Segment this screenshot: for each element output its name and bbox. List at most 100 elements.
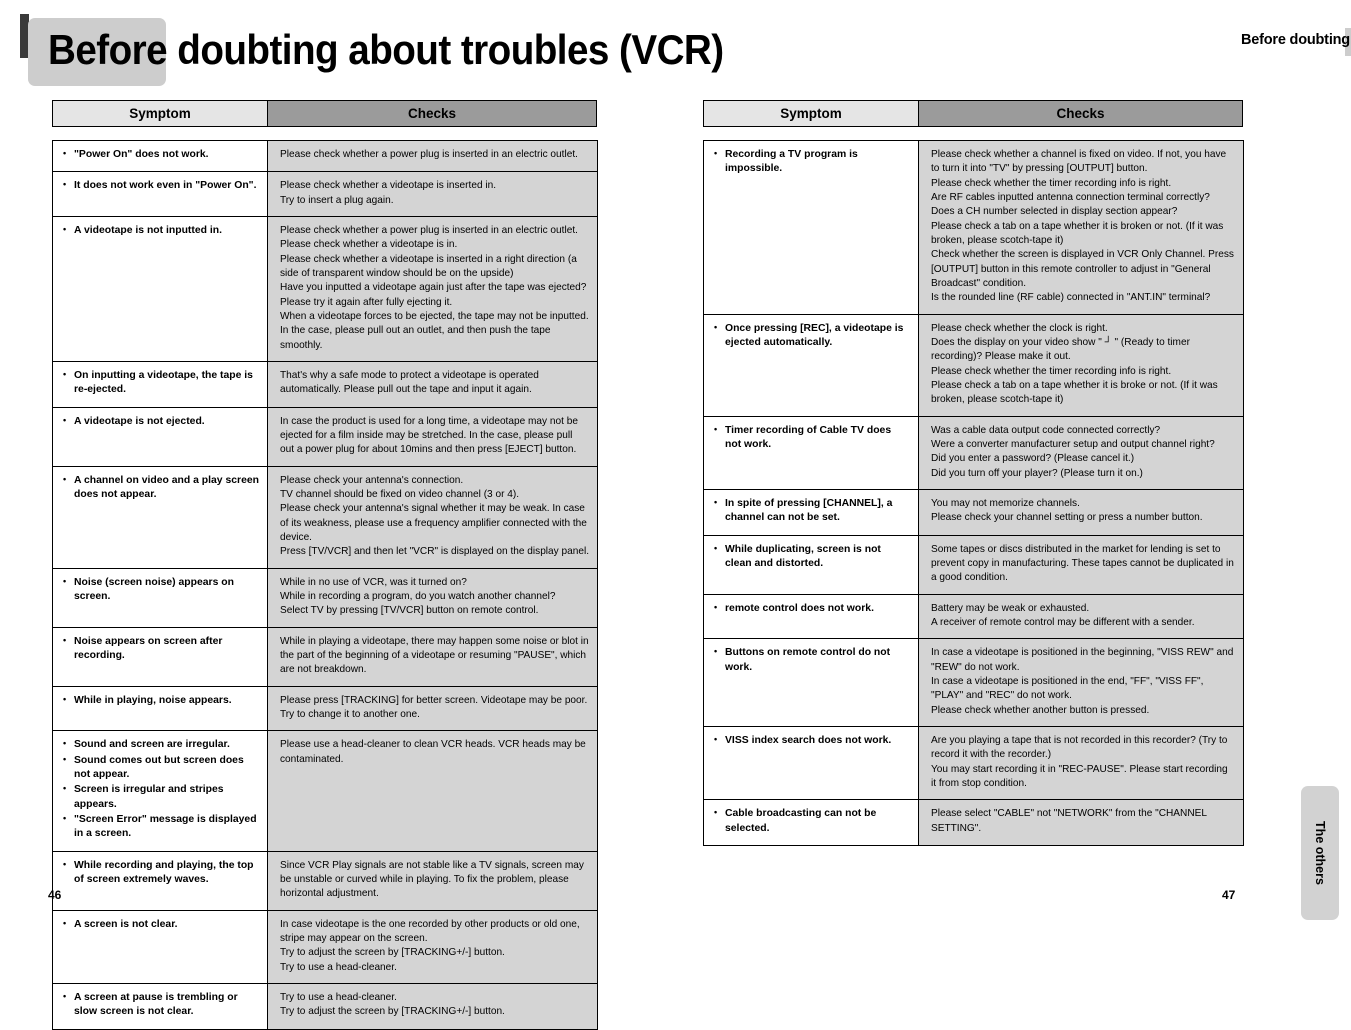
checks-cell: While in playing a videotape, there may … [267,626,598,687]
table-row: A screen is not clear. In case videotape … [52,909,598,985]
checks-cell: Some tapes or discs distributed in the m… [918,534,1244,595]
check-line: Please check whether a videotape is in. [280,239,458,251]
table-row: A channel on video and a play screen doe… [52,465,598,569]
check-line: Try to insert a plug again. [280,194,394,206]
symptom-cell: Sound and screen are irregular.Sound com… [52,730,268,852]
symptom-item: A screen at pause is trembling or slow s… [63,990,259,1020]
check-line: In case a videotape is positioned in the… [931,647,1234,673]
checks-cell: Please check whether the clock is right.… [918,313,1244,417]
table-row: A screen at pause is trembling or slow s… [52,983,598,1030]
checks-cell: Please press [TRACKING] for better scree… [267,685,598,732]
table-row: While recording and playing, the top of … [52,850,598,911]
table-row: On inputting a videotape, the tape is re… [52,360,598,408]
check-line: Please select "CABLE" not "NETWORK" from… [931,808,1207,834]
check-line: Please check whether another button is p… [931,704,1150,716]
check-line: Please check whether the timer recording… [931,365,1172,377]
symptom-item: "Screen Error" message is displayed in a… [63,812,259,842]
check-line: While in no use of VCR, was it turned on… [280,576,467,588]
check-line: Is the rounded line (RF cable) connected… [931,292,1211,304]
checks-cell: Please check your antenna's connection. T… [267,465,598,569]
symptom-cell: Cable broadcasting can not be selected. [703,799,919,846]
symptom-cell: Buttons on remote control do not work. [703,638,919,727]
table-row: In spite of pressing [CHANNEL], a channe… [703,488,1244,536]
check-line: Please check your channel setting or pre… [931,512,1203,524]
symptom-cell: A videotape is not ejected. [52,406,268,467]
check-line: Try to adjust the screen by [TRACKING+/-… [280,1006,505,1018]
table-row: Timer recording of Cable TV does not wor… [703,415,1244,490]
check-line: Check whether the screen is displayed in… [931,249,1234,289]
check-line: Please check whether a power plug is ins… [280,225,578,237]
symptom-item: Recording a TV program is impossible. [714,147,910,177]
check-line: That's why a safe mode to protect a vide… [280,369,539,396]
check-line: Does a CH number selected in display sec… [931,206,1178,218]
check-line: TV channel should be fixed on video chan… [280,489,520,500]
symptom-item: Once pressing [REC], a videotape is ejec… [714,321,910,351]
left-table-header: Symptom Checks [52,100,597,127]
checks-cell: That's why a safe mode to protect a vide… [267,360,598,408]
symptom-item: A channel on video and a play screen doe… [63,473,259,503]
checks-cell: In case the product is used for a long t… [267,406,598,467]
check-line: Since VCR Play signals are not stable li… [280,859,584,900]
check-line: Please check your antenna's signal wheth… [280,503,587,543]
page-number-left: 46 [48,888,62,902]
symptom-cell: "Power On" does not work. [52,139,268,173]
check-line: In case a videotape is positioned in the… [931,675,1204,702]
symptom-item: Screen is irregular and stripes appears. [63,782,259,812]
check-line: Please check whether a power plug is ins… [280,149,578,160]
checks-cell: Was a cable data output code connected c… [918,415,1244,490]
check-line: Does the display on your video show " ┘ … [931,336,1190,363]
symptom-cell: VISS index search does not work. [703,725,919,801]
table-row: Once pressing [REC], a videotape is ejec… [703,313,1244,417]
symptom-item: Noise appears on screen after recording. [63,634,259,664]
symptom-cell: Timer recording of Cable TV does not wor… [703,415,919,490]
checks-cell: Please check whether a videotape is inse… [267,171,598,218]
column-header-checks: Checks [919,101,1242,126]
symptom-item: Sound comes out but screen does not appe… [63,753,259,783]
symptom-cell: Once pressing [REC], a videotape is ejec… [703,313,919,417]
check-line: Please check your antenna's connection. [280,474,464,486]
check-line: While in playing a videotape, there may … [280,635,589,676]
left-troubleshooting-table: "Power On" does not work. Please check wh… [52,139,598,1030]
running-header-text: Before doubting about troubles (VCR) [1241,32,1351,48]
symptom-cell: While duplicating, screen is not clean a… [703,534,919,595]
check-line: Press [TV/VCR] and then let "VCR" is dis… [280,546,590,558]
check-line: Were a converter manufacturer setup and … [931,438,1215,450]
checks-cell: Battery may be weak or exhausted. A recei… [918,593,1244,640]
table-row: Cable broadcasting can not be selected. P… [703,799,1244,846]
check-line: Battery may be weak or exhausted. [931,602,1090,614]
checks-cell: In case a videotape is positioned in the… [918,638,1244,727]
section-side-tab[interactable]: The others [1301,786,1339,920]
symptom-cell: While recording and playing, the top of … [52,850,268,911]
checks-cell: You may not memorize channels. Please che… [918,488,1244,536]
symptom-item: A videotape is not ejected. [63,414,259,429]
check-line: Please check whether a videotape is inse… [280,253,577,279]
left-page: Before doubting about troubles (VCR) Sym… [0,0,724,1030]
table-row: Buttons on remote control do not work. In… [703,638,1244,727]
symptom-item: A videotape is not inputted in. [63,223,259,238]
table-row: remote control does not work. Battery may… [703,593,1244,640]
symptom-cell: On inputting a videotape, the tape is re… [52,360,268,408]
checks-cell: Please use a head-cleaner to clean VCR h… [267,730,598,852]
symptom-item: It does not work even in "Power On". [63,178,259,193]
symptom-cell: A videotape is not inputted in. [52,216,268,362]
check-line: Are you playing a tape that is not recor… [931,734,1228,761]
symptom-cell: A channel on video and a play screen doe… [52,465,268,569]
symptom-cell: A screen is not clear. [52,909,268,985]
checks-cell: Please check whether a channel is fixed … [918,140,1244,315]
checks-cell: Please select "CABLE" not "NETWORK" from… [918,799,1244,846]
check-line: Was a cable data output code connected c… [931,424,1161,436]
table-row: VISS index search does not work. Are you … [703,725,1244,801]
check-line: You may start recording it in "REC-PAUSE… [931,763,1228,789]
check-line: Are RF cables inputted antenna connectio… [931,191,1210,203]
table-row: A videotape is not inputted in. Please ch… [52,216,598,362]
table-row: Noise (screen noise) appears on screen. W… [52,567,598,628]
symptom-item: Sound and screen are irregular. [63,737,259,752]
check-line: Did you enter a password? (Please cancel… [931,453,1135,465]
right-troubleshooting-table: Recording a TV program is impossible. Ple… [703,140,1244,846]
column-header-checks: Checks [268,101,596,126]
symptom-cell: Noise appears on screen after recording. [52,626,268,687]
checks-cell: While in no use of VCR, was it turned on… [267,567,598,628]
check-line: Try to change it to another one. [280,708,420,720]
table-row: It does not work even in "Power On". Plea… [52,171,598,218]
check-line: Select TV by pressing [TV/VCR] button on… [280,605,539,617]
